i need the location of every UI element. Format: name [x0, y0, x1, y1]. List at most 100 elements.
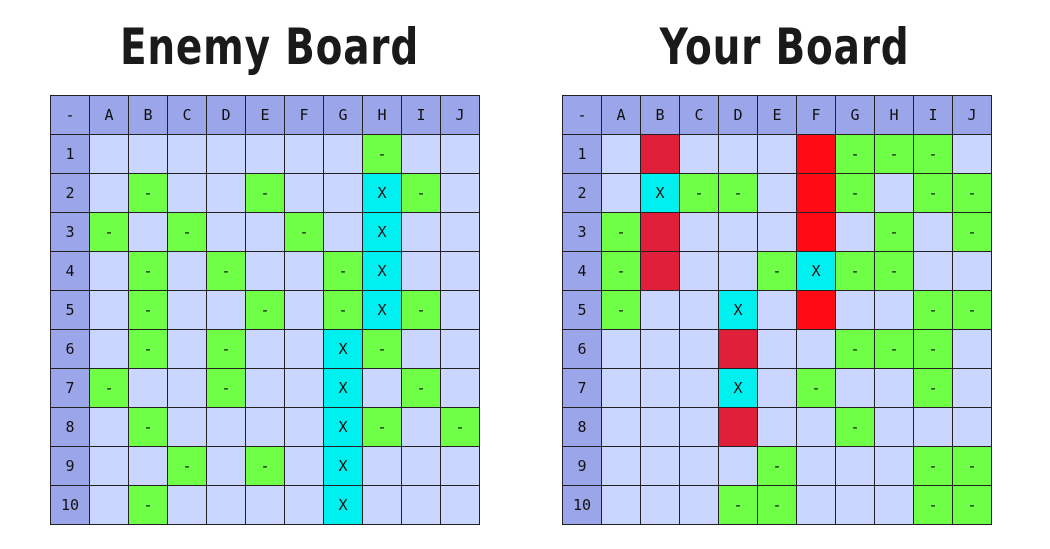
miss-cell-b2[interactable]: -: [128, 173, 168, 213]
miss-cell-a3[interactable]: -: [89, 212, 129, 252]
empty-cell-j5[interactable]: [440, 290, 480, 330]
empty-cell-j10[interactable]: [440, 485, 480, 525]
empty-cell-c2[interactable]: [167, 173, 207, 213]
miss-cell-e5[interactable]: -: [245, 290, 285, 330]
miss-cell-i2[interactable]: -: [401, 173, 441, 213]
empty-cell-e8[interactable]: [245, 407, 285, 447]
empty-cell-g2[interactable]: [323, 173, 363, 213]
empty-cell-a1[interactable]: [89, 134, 129, 174]
empty-cell-j4[interactable]: [440, 251, 480, 291]
empty-cell-a2[interactable]: [89, 173, 129, 213]
empty-cell-f10[interactable]: [284, 485, 324, 525]
empty-cell-b1[interactable]: [128, 134, 168, 174]
miss-cell-d7[interactable]: -: [206, 368, 246, 408]
empty-cell-h9[interactable]: [362, 446, 402, 486]
empty-cell-g1[interactable]: [323, 134, 363, 174]
miss-cell-b8[interactable]: -: [128, 407, 168, 447]
empty-cell-f4[interactable]: [284, 251, 324, 291]
empty-cell-e1[interactable]: [245, 134, 285, 174]
empty-cell-j2[interactable]: [440, 173, 480, 213]
empty-cell-c5[interactable]: [167, 290, 207, 330]
miss-cell-b5[interactable]: -: [128, 290, 168, 330]
hit-cell-h4[interactable]: X: [362, 251, 402, 291]
miss-cell-d6[interactable]: -: [206, 329, 246, 369]
hit-cell-g10[interactable]: X: [323, 485, 363, 525]
empty-cell-b9[interactable]: [128, 446, 168, 486]
empty-cell-b3[interactable]: [128, 212, 168, 252]
empty-cell-i4[interactable]: [401, 251, 441, 291]
empty-cell-a10[interactable]: [89, 485, 129, 525]
miss-cell-j8[interactable]: -: [440, 407, 480, 447]
empty-cell-d5[interactable]: [206, 290, 246, 330]
empty-cell-a6[interactable]: [89, 329, 129, 369]
empty-cell-g3[interactable]: [323, 212, 363, 252]
empty-cell-j7[interactable]: [440, 368, 480, 408]
empty-cell-c7[interactable]: [167, 368, 207, 408]
empty-cell-j3[interactable]: [440, 212, 480, 252]
empty-cell-d10[interactable]: [206, 485, 246, 525]
empty-cell-i10[interactable]: [401, 485, 441, 525]
miss-cell-e9[interactable]: -: [245, 446, 285, 486]
empty-cell-j6[interactable]: [440, 329, 480, 369]
empty-cell-j1[interactable]: [440, 134, 480, 174]
empty-cell-a4[interactable]: [89, 251, 129, 291]
miss-cell-h8[interactable]: -: [362, 407, 402, 447]
empty-cell-d1[interactable]: [206, 134, 246, 174]
miss-cell-h6[interactable]: -: [362, 329, 402, 369]
empty-cell-c8[interactable]: [167, 407, 207, 447]
empty-cell-h7[interactable]: [362, 368, 402, 408]
empty-cell-e10[interactable]: [245, 485, 285, 525]
empty-cell-i3[interactable]: [401, 212, 441, 252]
empty-cell-d3[interactable]: [206, 212, 246, 252]
miss-cell-i7[interactable]: -: [401, 368, 441, 408]
miss-cell-e2[interactable]: -: [245, 173, 285, 213]
miss-cell-g4[interactable]: -: [323, 251, 363, 291]
empty-cell-c1[interactable]: [167, 134, 207, 174]
miss-cell-h1[interactable]: -: [362, 134, 402, 174]
empty-cell-f2[interactable]: [284, 173, 324, 213]
miss-cell-f3[interactable]: -: [284, 212, 324, 252]
empty-cell-f9[interactable]: [284, 446, 324, 486]
miss-cell-b6[interactable]: -: [128, 329, 168, 369]
empty-cell-i9[interactable]: [401, 446, 441, 486]
empty-cell-e3[interactable]: [245, 212, 285, 252]
hit-cell-g7[interactable]: X: [323, 368, 363, 408]
empty-cell-b7[interactable]: [128, 368, 168, 408]
empty-cell-d9[interactable]: [206, 446, 246, 486]
empty-cell-i8[interactable]: [401, 407, 441, 447]
hit-cell-h3[interactable]: X: [362, 212, 402, 252]
miss-cell-c9[interactable]: -: [167, 446, 207, 486]
hit-cell-g6[interactable]: X: [323, 329, 363, 369]
empty-cell-c4[interactable]: [167, 251, 207, 291]
hit-cell-g9[interactable]: X: [323, 446, 363, 486]
miss-cell-b4[interactable]: -: [128, 251, 168, 291]
empty-cell-e4[interactable]: [245, 251, 285, 291]
miss-cell-c3[interactable]: -: [167, 212, 207, 252]
empty-cell-e6[interactable]: [245, 329, 285, 369]
empty-cell-f6[interactable]: [284, 329, 324, 369]
miss-cell-d4[interactable]: -: [206, 251, 246, 291]
empty-cell-d8[interactable]: [206, 407, 246, 447]
empty-cell-e7[interactable]: [245, 368, 285, 408]
empty-cell-c10[interactable]: [167, 485, 207, 525]
miss-cell-g5[interactable]: -: [323, 290, 363, 330]
empty-cell-i6[interactable]: [401, 329, 441, 369]
empty-cell-h10[interactable]: [362, 485, 402, 525]
empty-cell-f1[interactable]: [284, 134, 324, 174]
empty-cell-a8[interactable]: [89, 407, 129, 447]
empty-cell-f8[interactable]: [284, 407, 324, 447]
empty-cell-a5[interactable]: [89, 290, 129, 330]
hit-cell-h2[interactable]: X: [362, 173, 402, 213]
miss-cell-b10[interactable]: -: [128, 485, 168, 525]
hit-cell-g8[interactable]: X: [323, 407, 363, 447]
empty-cell-a9[interactable]: [89, 446, 129, 486]
empty-cell-j9[interactable]: [440, 446, 480, 486]
miss-cell-a7[interactable]: -: [89, 368, 129, 408]
empty-cell-i1[interactable]: [401, 134, 441, 174]
hit-cell-h5[interactable]: X: [362, 290, 402, 330]
empty-cell-f5[interactable]: [284, 290, 324, 330]
empty-cell-d2[interactable]: [206, 173, 246, 213]
miss-cell-i5[interactable]: -: [401, 290, 441, 330]
empty-cell-c6[interactable]: [167, 329, 207, 369]
empty-cell-f7[interactable]: [284, 368, 324, 408]
